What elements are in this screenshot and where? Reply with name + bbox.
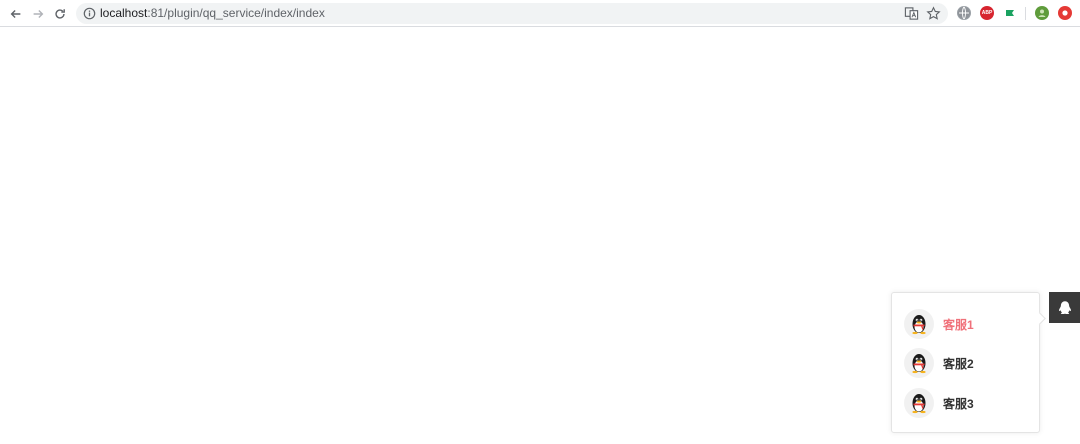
qq-service-toggle[interactable] xyxy=(1049,292,1080,323)
browser-toolbar: localhost:81/plugin/qq_service/index/ind… xyxy=(0,0,1080,27)
qq-service-item-3[interactable]: 客服3 xyxy=(904,387,1029,419)
back-icon[interactable] xyxy=(6,4,26,24)
qq-service-label: 客服1 xyxy=(943,317,974,332)
bookmark-star-icon[interactable] xyxy=(926,6,941,21)
url-host: localhost xyxy=(100,6,148,20)
globe-extension-icon[interactable] xyxy=(957,6,971,20)
adblock-plus-icon[interactable]: ABP xyxy=(980,6,994,20)
qq-service-panel: 客服1 客服2 客服3 xyxy=(891,292,1040,433)
qq-penguin-icon xyxy=(912,354,926,374)
red-extension-icon[interactable] xyxy=(1058,6,1072,20)
qq-service-item-2[interactable]: 客服2 xyxy=(904,347,1029,379)
green-flag-extension-icon[interactable] xyxy=(1003,6,1017,20)
url-text[interactable]: localhost:81/plugin/qq_service/index/ind… xyxy=(100,3,325,24)
profile-avatar-icon[interactable] xyxy=(1035,6,1049,20)
site-info-icon[interactable] xyxy=(83,7,96,20)
toolbar-divider xyxy=(1025,7,1026,20)
qq-penguin-icon xyxy=(912,394,926,414)
translate-icon[interactable] xyxy=(904,6,919,21)
url-path: :81/plugin/qq_service/index/index xyxy=(147,6,325,20)
forward-icon[interactable] xyxy=(28,4,48,24)
qq-avatar xyxy=(904,388,934,418)
qq-service-label: 客服3 xyxy=(943,396,974,411)
qq-penguin-icon xyxy=(912,315,926,335)
qq-avatar xyxy=(904,309,934,339)
adblock-plus-label: ABP xyxy=(981,10,993,16)
address-bar[interactable]: localhost:81/plugin/qq_service/index/ind… xyxy=(76,3,948,24)
qq-service-item-1[interactable]: 客服1 xyxy=(904,308,1029,340)
reload-icon[interactable] xyxy=(50,4,70,24)
qq-avatar xyxy=(904,348,934,378)
qq-service-label: 客服2 xyxy=(943,356,974,371)
qq-penguin-icon xyxy=(1058,300,1071,314)
